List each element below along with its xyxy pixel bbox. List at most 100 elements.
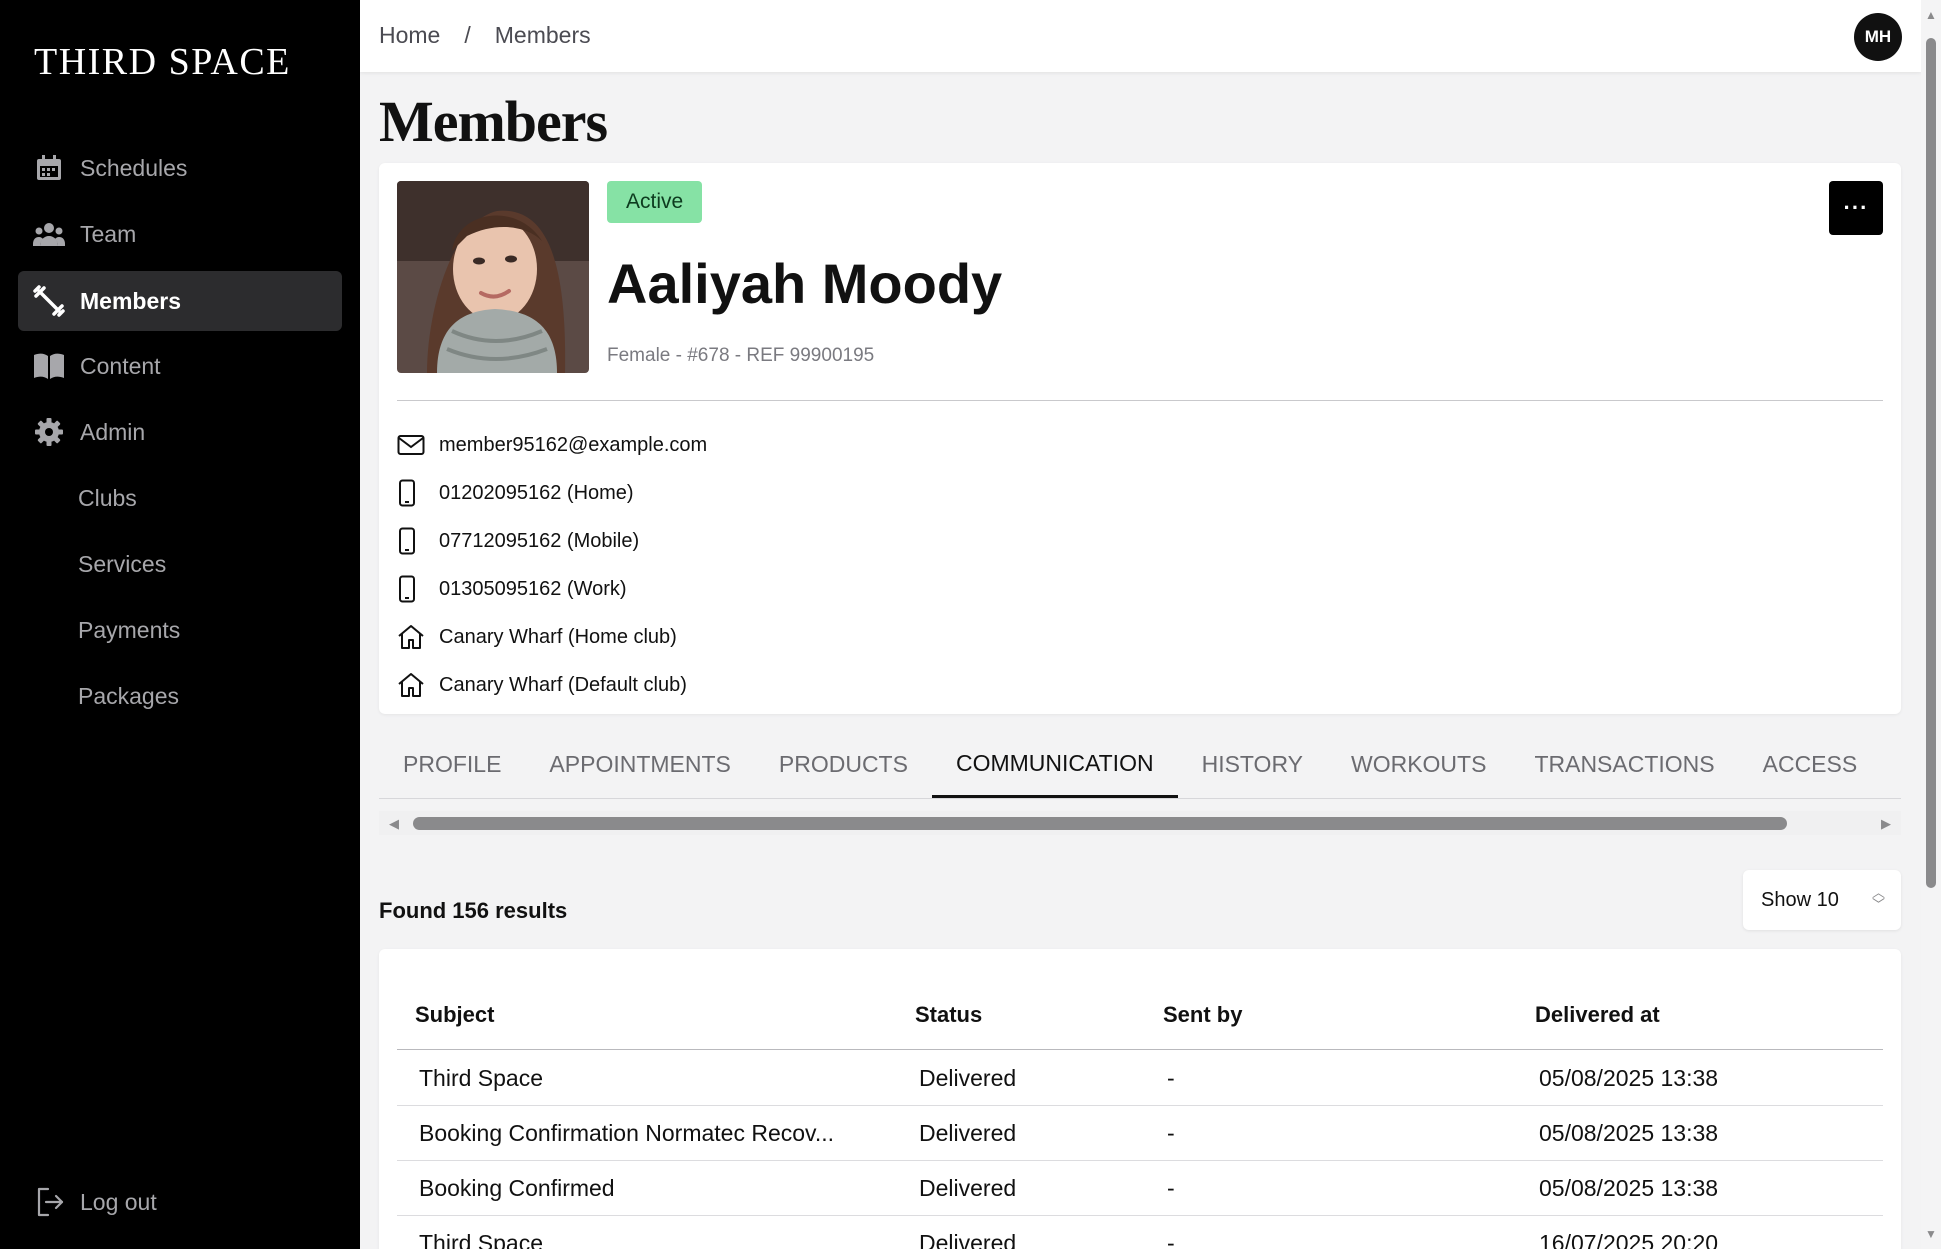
sidebar: THIRD SPACE Schedules Team Members Conte… [0, 0, 360, 1249]
user-avatar[interactable]: MH [1854, 13, 1902, 61]
tab-products[interactable]: PRODUCTS [755, 731, 932, 798]
cell-status: Delivered [919, 1119, 1017, 1146]
book-icon [18, 352, 80, 380]
member-meta: Female - #678 - REF 99900195 [607, 345, 875, 366]
cell-subject: Booking Confirmation Normatec Recov... [419, 1119, 835, 1146]
contact-phone-work: 01305095162 (Work) [397, 565, 707, 613]
brand-logo[interactable]: THIRD SPACE [34, 40, 291, 84]
cell-subject: Third Space [419, 1229, 544, 1249]
status-badge: Active [607, 181, 703, 223]
header-status[interactable]: Status [897, 981, 1145, 1049]
page-size-select[interactable]: Show 10 ︿ ﹀ [1743, 870, 1901, 930]
gear-icon [18, 417, 80, 447]
breadcrumb: Home / Members [379, 22, 591, 49]
cell-delivered-at: 05/08/2025 13:38 [1539, 1119, 1719, 1146]
sidebar-item-schedules[interactable]: Schedules [18, 138, 342, 198]
sidebar-item-label: Packages [78, 682, 180, 709]
home-icon [397, 624, 439, 650]
sidebar-item-label: Members [80, 287, 181, 314]
scrollbar-thumb[interactable] [413, 817, 1787, 830]
cell-subject: Third Space [419, 1064, 544, 1091]
cell-sent-by: - [1167, 1064, 1175, 1091]
contact-default-club: Canary Wharf (Default club) [397, 661, 707, 709]
scroll-right-icon[interactable]: ▶ [1881, 816, 1891, 832]
header-sent-by[interactable]: Sent by [1145, 981, 1517, 1049]
sidebar-item-label: Clubs [78, 484, 137, 511]
table-row[interactable]: Booking Confirmation Normatec Recov... D… [397, 1106, 1883, 1161]
contact-text[interactable]: 07712095162 (Mobile) [439, 530, 639, 553]
cell-delivered-at: 05/08/2025 13:38 [1539, 1174, 1719, 1201]
scroll-up-icon[interactable]: ▲ [1925, 8, 1937, 22]
table-row[interactable]: Third Space Delivered - 05/08/2025 13:38 [397, 1051, 1883, 1106]
page-title: Members [379, 89, 608, 154]
tab-history[interactable]: HISTORY [1178, 731, 1327, 798]
breadcrumb-home[interactable]: Home [379, 22, 440, 49]
sidebar-item-packages[interactable]: Packages [18, 666, 342, 726]
calendar-icon [18, 153, 80, 183]
header-delivered-at[interactable]: Delivered at [1517, 981, 1883, 1049]
cell-status: Delivered [919, 1064, 1017, 1091]
table-row[interactable]: Third Space Delivered - 16/07/2025 20:20 [397, 1216, 1883, 1249]
cell-sent-by: - [1167, 1119, 1175, 1146]
contact-text: Canary Wharf (Default club) [439, 673, 687, 696]
mail-icon [397, 434, 439, 456]
breadcrumb-separator: / [464, 22, 471, 48]
tab-transactions[interactable]: TRANSACTIONS [1510, 731, 1738, 798]
dumbbell-icon [18, 285, 80, 317]
sidebar-item-team[interactable]: Team [18, 204, 342, 264]
cell-sent-by: - [1167, 1229, 1175, 1249]
sidebar-item-members[interactable]: Members [18, 271, 342, 331]
breadcrumb-current: Members [494, 22, 591, 48]
member-profile-card: Active Aaliyah Moody Female - #678 - REF… [379, 163, 1901, 714]
contact-text[interactable]: 01305095162 (Work) [439, 578, 627, 601]
page-vertical-scrollbar[interactable]: ▲ ▼ [1921, 0, 1941, 1249]
member-tabs: PROFILE APPOINTMENTS PRODUCTS COMMUNICAT… [379, 731, 1901, 799]
results-count: Found 156 results [379, 898, 568, 923]
sidebar-item-label: Content [80, 352, 161, 379]
sidebar-item-payments[interactable]: Payments [18, 600, 342, 660]
header-subject[interactable]: Subject [397, 981, 897, 1049]
phone-icon [397, 527, 439, 555]
tab-profile[interactable]: PROFILE [379, 731, 525, 798]
chevron-up-down-icon: ︿ ﹀ [1871, 885, 1885, 912]
contact-phone-home: 01202095162 (Home) [397, 469, 707, 517]
logout-button[interactable]: Log out [18, 1172, 342, 1232]
tab-appointments[interactable]: APPOINTMENTS [525, 731, 754, 798]
main-content: Home / Members MH Members Active Aaliyah… [360, 0, 1921, 1249]
sidebar-item-services[interactable]: Services [18, 534, 342, 594]
contact-text[interactable]: member95162@example.com [439, 434, 707, 457]
sidebar-item-admin[interactable]: Admin [18, 402, 342, 462]
contact-list: member95162@example.com 01202095162 (Hom… [397, 421, 707, 709]
more-options-button[interactable]: ··· [1829, 181, 1883, 235]
cell-subject: Booking Confirmed [419, 1174, 615, 1201]
logout-label: Log out [80, 1188, 157, 1215]
sidebar-item-clubs[interactable]: Clubs [18, 468, 342, 528]
sidebar-item-content[interactable]: Content [18, 336, 342, 396]
member-name: Aaliyah Moody [607, 252, 1003, 315]
tabs-horizontal-scrollbar[interactable]: ◀ ▶ [379, 811, 1901, 835]
tab-access[interactable]: ACCESS [1739, 731, 1882, 798]
table-row[interactable]: Booking Confirmed Delivered - 05/08/2025… [397, 1161, 1883, 1216]
logout-icon [18, 1186, 80, 1218]
cell-delivered-at: 16/07/2025 20:20 [1539, 1229, 1719, 1249]
contact-home-club: Canary Wharf (Home club) [397, 613, 707, 661]
scroll-down-icon[interactable]: ▼ [1925, 1227, 1937, 1241]
phone-icon [397, 479, 439, 507]
sidebar-item-label: Team [80, 220, 137, 247]
cell-delivered-at: 05/08/2025 13:38 [1539, 1064, 1719, 1091]
sidebar-item-label: Payments [78, 616, 181, 643]
team-icon [18, 220, 80, 248]
communication-table: Subject Status Sent by Delivered at Thir… [379, 949, 1901, 1249]
contact-email: member95162@example.com [397, 421, 707, 469]
tab-communication[interactable]: COMMUNICATION [931, 731, 1178, 798]
page-size-value: Show 10 [1761, 888, 1839, 911]
scrollbar-thumb[interactable] [1926, 38, 1936, 888]
top-bar: Home / Members MH [360, 0, 1921, 72]
contact-phone-mobile: 07712095162 (Mobile) [397, 517, 707, 565]
sidebar-item-label: Schedules [80, 154, 188, 181]
contact-text: Canary Wharf (Home club) [439, 625, 677, 648]
contact-text[interactable]: 01202095162 (Home) [439, 482, 634, 505]
scroll-left-icon[interactable]: ◀ [389, 816, 399, 832]
cell-sent-by: - [1167, 1174, 1175, 1201]
tab-workouts[interactable]: WORKOUTS [1327, 731, 1510, 798]
